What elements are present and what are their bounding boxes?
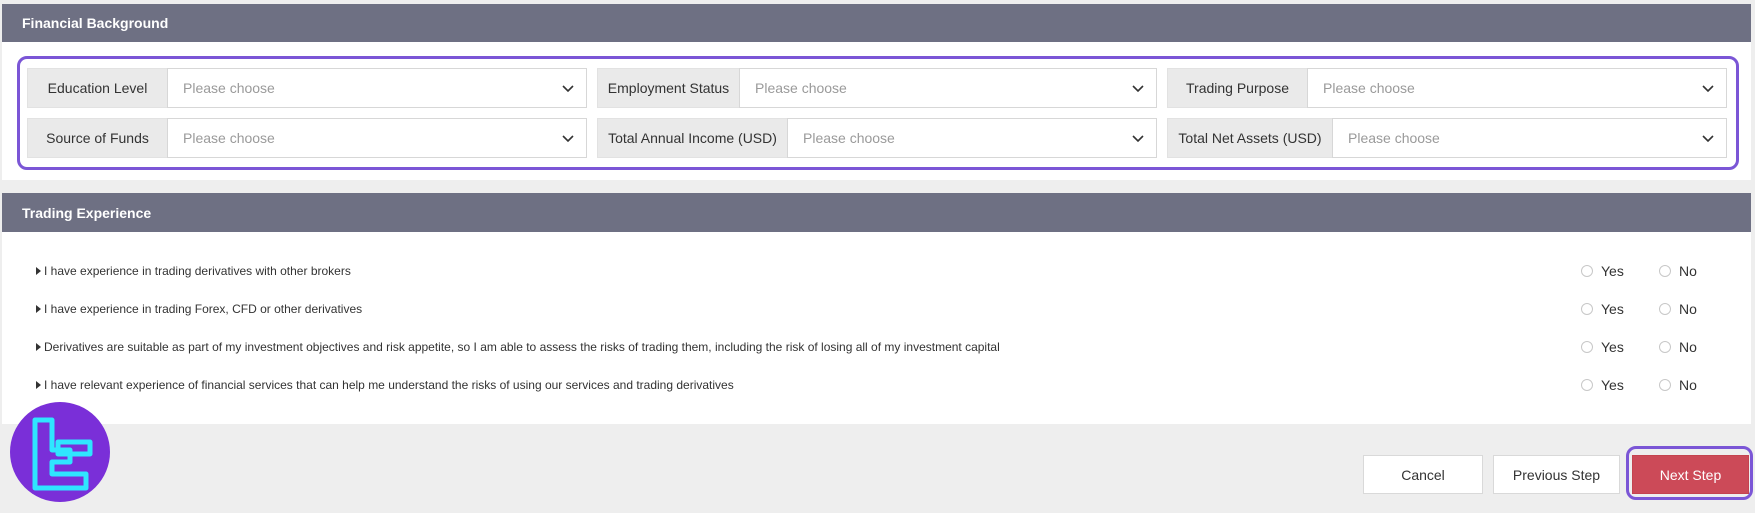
total-annual-income-placeholder: Please choose [803, 130, 895, 146]
source-of-funds-placeholder: Please choose [183, 130, 275, 146]
no-label: No [1679, 301, 1697, 317]
q3-no-radio[interactable]: No [1659, 337, 1697, 357]
yes-label: Yes [1601, 339, 1624, 355]
q1-yes-radio[interactable]: Yes [1581, 261, 1624, 281]
question-forex-cfd-experience: I have experience in trading Forex, CFD … [36, 299, 362, 319]
total-annual-income-label: Total Annual Income (USD) [597, 118, 787, 158]
trading-experience-header: Trading Experience [2, 193, 1751, 232]
triangle-right-icon [36, 381, 41, 389]
no-label: No [1679, 339, 1697, 355]
question-text: I have relevant experience of financial … [44, 378, 734, 392]
q4-yes-radio[interactable]: Yes [1581, 375, 1624, 395]
triangle-right-icon [36, 305, 41, 313]
education-level-field: Education Level Please choose [27, 68, 587, 108]
radio-circle-icon[interactable] [1659, 265, 1671, 277]
total-net-assets-select[interactable]: Please choose [1332, 118, 1727, 158]
question-derivatives-suitable: Derivatives are suitable as part of my i… [36, 337, 1000, 357]
financial-background-header: Financial Background [2, 4, 1751, 42]
previous-step-label: Previous Step [1512, 466, 1601, 483]
education-level-label: Education Level [27, 68, 167, 108]
q2-yes-radio[interactable]: Yes [1581, 299, 1624, 319]
employment-status-label: Employment Status [597, 68, 739, 108]
brand-logo-icon [10, 402, 110, 502]
trading-purpose-placeholder: Please choose [1323, 80, 1415, 96]
radio-circle-icon[interactable] [1659, 379, 1671, 391]
cancel-label: Cancel [1401, 466, 1445, 483]
education-level-placeholder: Please choose [183, 80, 275, 96]
employment-status-placeholder: Please choose [755, 80, 847, 96]
chevron-down-icon [1702, 135, 1714, 143]
chevron-down-icon [562, 135, 574, 143]
total-net-assets-placeholder: Please choose [1348, 130, 1440, 146]
employment-status-select[interactable]: Please choose [739, 68, 1157, 108]
q3-yes-radio[interactable]: Yes [1581, 337, 1624, 357]
yes-label: Yes [1601, 263, 1624, 279]
q4-no-radio[interactable]: No [1659, 375, 1697, 395]
total-annual-income-select[interactable]: Please choose [787, 118, 1157, 158]
no-label: No [1679, 377, 1697, 393]
question-derivatives-other-brokers: I have experience in trading derivatives… [36, 261, 351, 281]
no-label: No [1679, 263, 1697, 279]
radio-circle-icon[interactable] [1659, 303, 1671, 315]
q1-no-radio[interactable]: No [1659, 261, 1697, 281]
chevron-down-icon [1132, 135, 1144, 143]
total-net-assets-field: Total Net Assets (USD) Please choose [1167, 118, 1727, 158]
question-text: I have experience in trading Forex, CFD … [44, 302, 363, 316]
q2-no-radio[interactable]: No [1659, 299, 1697, 319]
trading-purpose-label: Trading Purpose [1167, 68, 1307, 108]
radio-circle-icon[interactable] [1659, 341, 1671, 353]
radio-circle-icon[interactable] [1581, 265, 1593, 277]
radio-circle-icon[interactable] [1581, 303, 1593, 315]
cancel-button[interactable]: Cancel [1363, 455, 1483, 494]
yes-label: Yes [1601, 301, 1624, 317]
radio-circle-icon[interactable] [1581, 341, 1593, 353]
source-of-funds-select[interactable]: Please choose [167, 118, 587, 158]
employment-status-field: Employment Status Please choose [597, 68, 1157, 108]
total-net-assets-label: Total Net Assets (USD) [1167, 118, 1332, 158]
total-annual-income-field: Total Annual Income (USD) Please choose [597, 118, 1157, 158]
logo-glyph [32, 417, 93, 491]
question-text: Derivatives are suitable as part of my i… [44, 340, 1000, 354]
chevron-down-icon [1132, 85, 1144, 93]
trading-experience-title: Trading Experience [22, 204, 152, 221]
question-text: I have experience in trading derivatives… [44, 264, 351, 278]
next-step-label: Next Step [1659, 466, 1722, 483]
question-financial-services-experience: I have relevant experience of financial … [36, 375, 734, 395]
source-of-funds-label: Source of Funds [27, 118, 167, 158]
financial-background-title: Financial Background [22, 15, 169, 31]
trading-purpose-select[interactable]: Please choose [1307, 68, 1727, 108]
chevron-down-icon [562, 85, 574, 93]
chevron-down-icon [1702, 85, 1714, 93]
source-of-funds-field: Source of Funds Please choose [27, 118, 587, 158]
next-step-button[interactable]: Next Step [1632, 455, 1749, 494]
triangle-right-icon [36, 267, 41, 275]
trading-purpose-field: Trading Purpose Please choose [1167, 68, 1727, 108]
triangle-right-icon [36, 343, 41, 351]
education-level-select[interactable]: Please choose [167, 68, 587, 108]
yes-label: Yes [1601, 377, 1624, 393]
radio-circle-icon[interactable] [1581, 379, 1593, 391]
previous-step-button[interactable]: Previous Step [1493, 455, 1620, 494]
